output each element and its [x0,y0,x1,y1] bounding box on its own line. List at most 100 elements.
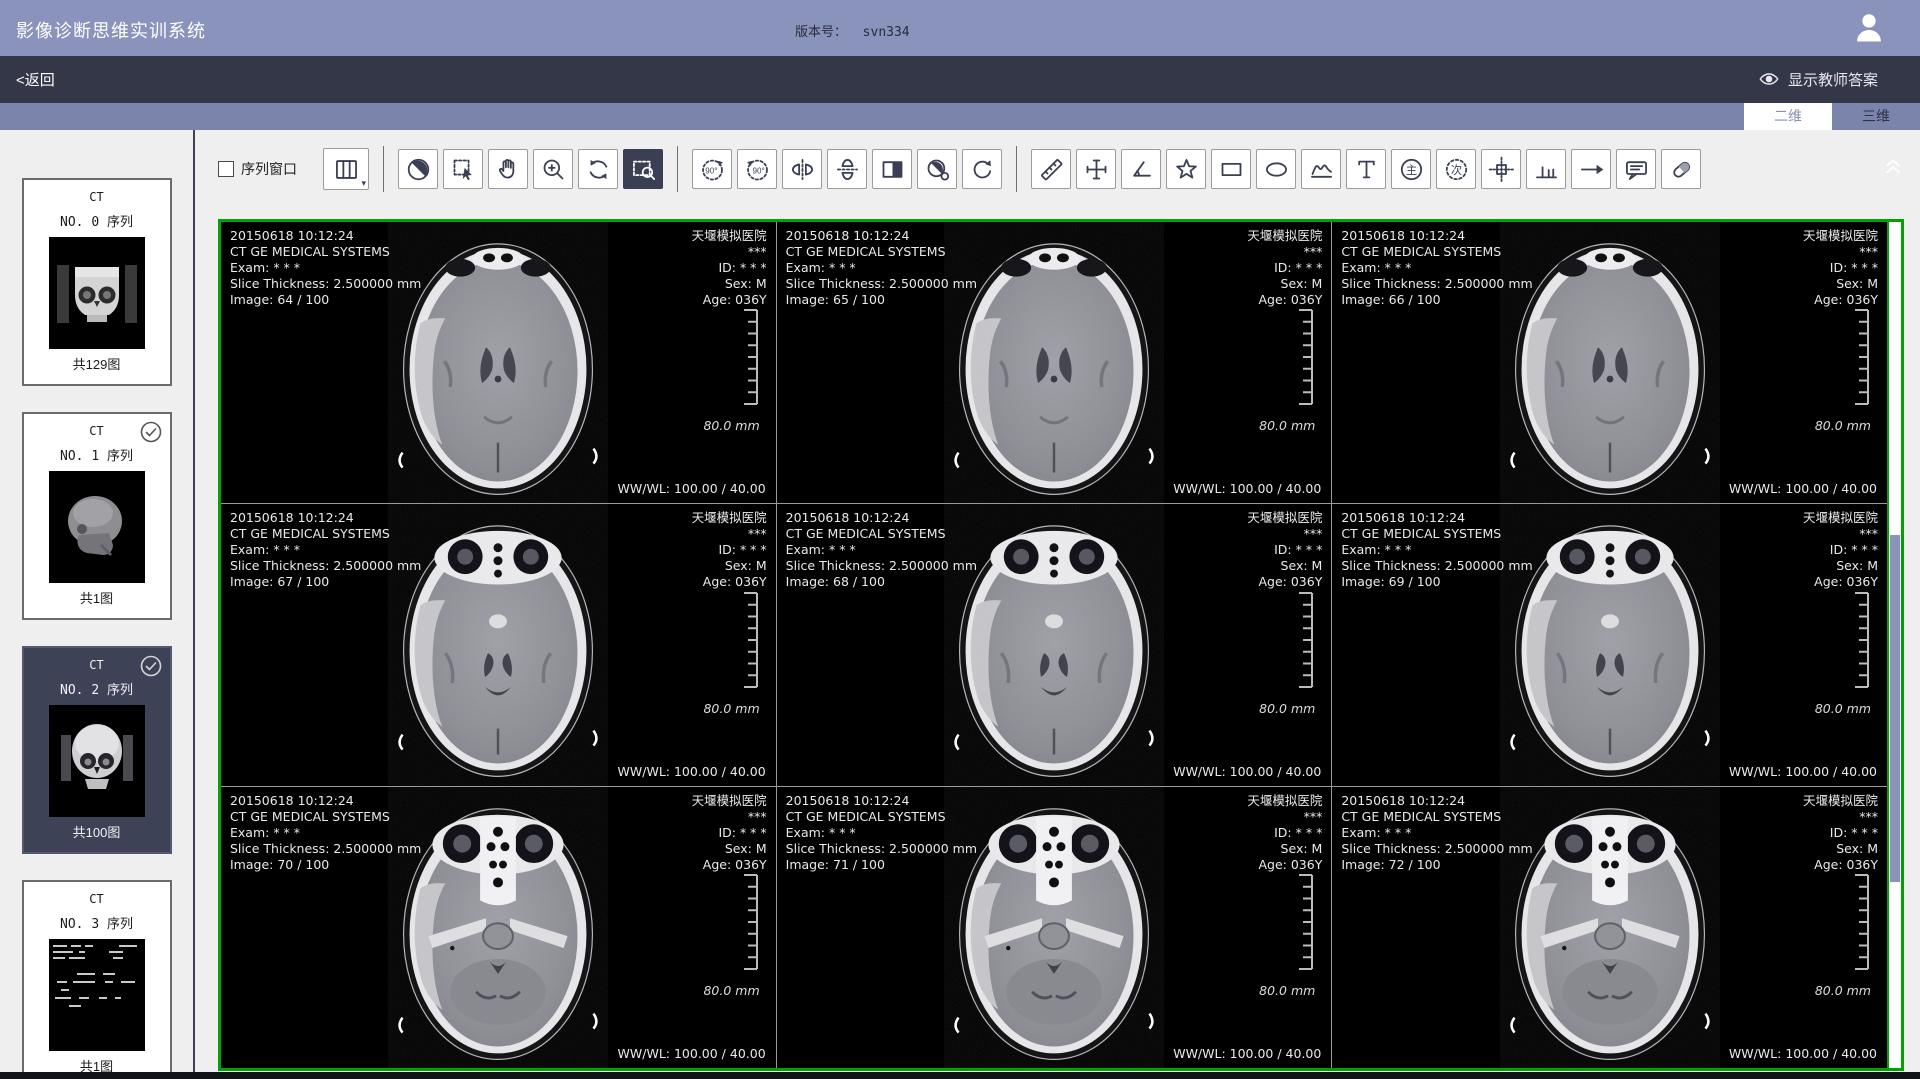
overlay-exam: Exam: * * * [786,542,977,558]
flip-horizontal-button[interactable] [782,149,822,189]
zoom-in-button[interactable] [533,149,573,189]
invert-button[interactable] [872,149,912,189]
overlay-exam: Exam: * * * [1341,260,1532,276]
series-window-toggle[interactable]: 序列窗口 [218,159,297,179]
ruler-button[interactable] [1031,149,1071,189]
viewport-cell-6[interactable]: 20150618 10:12:24 CT GE MEDICAL SYSTEMS … [221,787,776,1068]
overlay-age: Age: 036Y [1247,574,1322,590]
scale-label: 80.0 mm [1815,983,1871,998]
viewport-cell-0[interactable]: 20150618 10:12:24 CT GE MEDICAL SYSTEMS … [221,222,776,503]
overlay-id: ID: * * * [1247,542,1322,558]
grid-scrollbar[interactable] [1887,222,1901,1068]
rotate-90-cw-button[interactable]: 90° [737,149,777,189]
series-thumbnail [49,939,145,1051]
series-window-checkbox[interactable] [218,161,234,177]
polygon-button[interactable] [1166,149,1206,189]
overlay-exam: Exam: * * * [786,260,977,276]
profile-icon [1533,156,1560,183]
grid-scrollbar-thumb[interactable] [1890,535,1900,882]
viewport-cell-1[interactable]: 20150618 10:12:24 CT GE MEDICAL SYSTEMS … [777,222,1332,503]
text-button[interactable] [1346,149,1386,189]
select-button[interactable] [443,149,483,189]
angle-icon [1128,156,1155,183]
viewport-cell-8[interactable]: 20150618 10:12:24 CT GE MEDICAL SYSTEMS … [1332,787,1887,1068]
overlay-datetime: 20150618 10:12:24 [1341,793,1532,809]
roi-button[interactable] [1481,149,1521,189]
overlay-wwwl: WW/WL: 100.00 / 40.00 [1729,1046,1877,1061]
overlay-sex: Sex: M [1247,841,1322,857]
overlay-top-right: 天堰模拟医院 *** ID: * * * Sex: M Age: 036Y [1803,510,1878,590]
series-card-2[interactable]: CTNO. 2 序列共100图 [22,646,172,854]
overlay-wwwl: WW/WL: 100.00 / 40.00 [1729,764,1877,779]
overlay-top-left: 20150618 10:12:24 CT GE MEDICAL SYSTEMS … [230,793,421,873]
series-name: NO. 2 序列 [24,679,170,698]
overlay-image-number: Image: 72 / 100 [1341,857,1532,873]
overlay-device: CT GE MEDICAL SYSTEMS [230,244,421,260]
sub-window-icon: 次 [1443,156,1470,183]
overlay-image-number: Image: 69 / 100 [1341,574,1532,590]
pan-button[interactable] [488,149,528,189]
curve-button[interactable] [1301,149,1341,189]
viewport-cell-3[interactable]: 20150618 10:12:24 CT GE MEDICAL SYSTEMS … [221,504,776,785]
overlay-hospital: 天堰模拟医院 [1803,793,1878,809]
cross-icon [1083,156,1110,183]
user-avatar-icon[interactable] [1850,9,1888,47]
overlay-exam: Exam: * * * [230,260,421,276]
overlay-id: ID: * * * [1247,825,1322,841]
ellipse-button[interactable] [1256,149,1296,189]
overlay-stars: *** [692,244,767,260]
overlay-top-left: 20150618 10:12:24 CT GE MEDICAL SYSTEMS … [230,510,421,590]
tab-3d[interactable]: 三维 [1832,103,1920,130]
reset-button[interactable] [962,149,1002,189]
rotate-3d-button[interactable] [578,149,618,189]
overlay-age: Age: 036Y [1247,857,1322,873]
series-card-1[interactable]: CTNO. 1 序列共1图 [22,412,172,620]
overlay-top-right: 天堰模拟医院 *** ID: * * * Sex: M Age: 036Y [692,228,767,308]
overlay-top-left: 20150618 10:12:24 CT GE MEDICAL SYSTEMS … [1341,510,1532,590]
back-button[interactable]: <返回 [16,69,55,90]
angle-button[interactable] [1121,149,1161,189]
comment-button[interactable] [1616,149,1656,189]
viewport-cell-2[interactable]: 20150618 10:12:24 CT GE MEDICAL SYSTEMS … [1332,222,1887,503]
series-thumbnail [49,471,145,583]
overlay-hospital: 天堰模拟医院 [1803,228,1878,244]
overlay-device: CT GE MEDICAL SYSTEMS [1341,244,1532,260]
overlay-top-left: 20150618 10:12:24 CT GE MEDICAL SYSTEMS … [1341,793,1532,873]
version-value: svn334 [863,25,910,40]
scale-ruler [1297,592,1315,688]
viewport-cell-7[interactable]: 20150618 10:12:24 CT GE MEDICAL SYSTEMS … [777,787,1332,1068]
main-window-button[interactable]: 主 [1391,149,1431,189]
series-card-0[interactable]: CTNO. 0 序列共129图 [22,178,172,386]
text-icon [1353,156,1380,183]
overlay-thickness: Slice Thickness: 2.500000 mm [1341,841,1532,857]
show-teacher-answer-button[interactable]: 显示教师答案 [1758,68,1878,90]
window-level-button[interactable] [398,149,438,189]
overlay-age: Age: 036Y [692,857,767,873]
rectangle-button[interactable] [1211,149,1251,189]
flip-vertical-button[interactable] [827,149,867,189]
layout-columns-button[interactable]: ▾ [323,148,369,190]
arrow-button[interactable] [1571,149,1611,189]
overlay-age: Age: 036Y [1803,292,1878,308]
viewport-cell-4[interactable]: 20150618 10:12:24 CT GE MEDICAL SYSTEMS … [777,504,1332,785]
series-card-3[interactable]: CTNO. 3 序列共1图 [22,880,172,1072]
profile-button[interactable] [1526,149,1566,189]
overlay-top-right: 天堰模拟医院 *** ID: * * * Sex: M Age: 036Y [692,793,767,873]
eraser-button[interactable] [1661,149,1701,189]
collapse-toolbar-icon[interactable] [1880,152,1906,182]
rotate-90-ccw-button[interactable]: 90° [692,149,732,189]
sub-window-button[interactable]: 次 [1436,149,1476,189]
cross-button[interactable] [1076,149,1116,189]
series-count: 共100图 [24,822,170,841]
select-icon [450,156,477,183]
zoom-region-button[interactable] [623,149,663,189]
scale-label: 80.0 mm [1259,701,1315,716]
overlay-thickness: Slice Thickness: 2.500000 mm [230,558,421,574]
overlay-image-number: Image: 71 / 100 [786,857,977,873]
tab-2d[interactable]: 二维 [1744,103,1832,130]
viewport-cell-5[interactable]: 20150618 10:12:24 CT GE MEDICAL SYSTEMS … [1332,504,1887,785]
viewport-grid-container: 20150618 10:12:24 CT GE MEDICAL SYSTEMS … [218,219,1904,1071]
overlay-hospital: 天堰模拟医院 [692,228,767,244]
window-preset-button[interactable] [917,149,957,189]
dropdown-caret-icon: ▾ [361,178,366,189]
